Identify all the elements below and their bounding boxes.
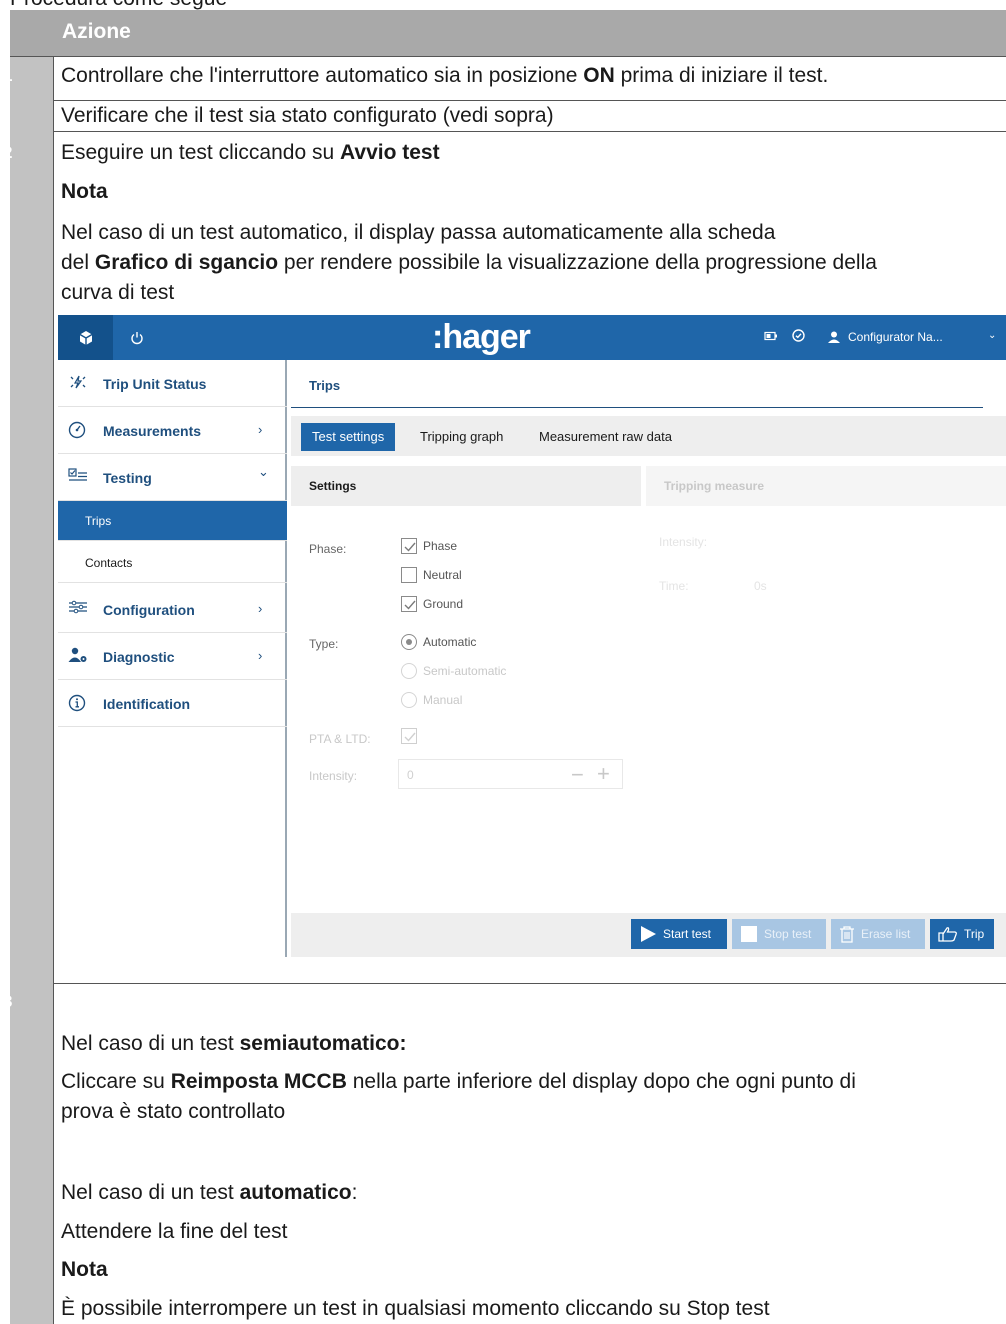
sidebar-item-diagnostic[interactable]: Diagnostic › [58,633,287,680]
step3-nota: Nota [61,1258,108,1281]
settings-header: Settings [291,466,641,506]
radio-selected-icon [401,634,417,650]
play-icon [641,926,656,942]
header-azione: Azione [62,20,131,43]
checkbox-checked-icon [401,728,417,744]
step2-nota: Nota [61,180,108,203]
plus-icon[interactable]: + [597,761,610,787]
intensity-value: 0 [407,768,414,782]
table-divider [53,57,54,1324]
measure-time-label: Time: [659,579,689,593]
gauge-icon [68,421,90,439]
semi-automatic-radio[interactable]: Semi-automatic [401,663,506,679]
stop-icon [741,926,757,942]
step-number-3: 3 [3,992,13,1011]
stop-test-button[interactable]: Stop test [732,919,826,949]
table-header: Azione [10,10,1006,57]
checkbox-checked-icon [401,538,417,554]
user-gear-icon [68,647,90,665]
chevron-right-icon: › [258,601,263,616]
sidebar-item-measurements[interactable]: Measurements › [58,407,287,454]
step2-note-line3: curva di test [61,281,175,304]
title-underline [291,407,983,408]
step1-line2: Verificare che il test sia stato configu… [61,104,554,127]
user-icon [828,331,840,343]
start-test-button[interactable]: Start test [631,919,727,949]
step-number-column [10,57,53,1324]
phase-checkbox[interactable]: Phase [401,538,457,554]
measure-intensity-label: Intensity: [659,535,708,549]
checkbox-checked-icon [401,596,417,612]
chevron-down-icon[interactable]: ⌄ [988,330,996,341]
trash-icon [840,926,854,943]
user-name: Configurator Na... [848,330,943,344]
intensity-stepper[interactable]: 0 − + [398,759,623,789]
step3-stop-note: È possibile interrompere un test in qual… [61,1297,770,1320]
row-separator [53,131,1006,132]
step3-click-line2: prova è stato controllato [61,1100,286,1123]
user-menu[interactable]: Configurator Na... [828,330,943,344]
step-number-2: 2 [3,143,13,162]
sidebar-item-identification[interactable]: Identification [58,680,287,727]
step3-wait: Attendere la fine del test [61,1220,288,1243]
pta-ltd-checkbox[interactable] [401,728,417,744]
measure-time-value: 0s [754,579,767,593]
sliders-icon [68,600,90,618]
automatic-radio[interactable]: Automatic [401,634,476,650]
step2-note-line1: Nel caso di un test automatico, il displ… [61,221,776,244]
step3-semi-heading: Nel caso di un test semiautomatico: [61,1032,407,1055]
check-circle-icon[interactable] [792,329,805,345]
sidebar-item-contacts[interactable]: Contacts [58,543,287,583]
step2-line1: Eseguire un test cliccando su Avvio test [61,141,440,164]
pta-ltd-label: PTA & LTD: [309,732,371,746]
type-label: Type: [309,637,339,651]
step3-click-line1: Cliccare su Reimposta MCCB nella parte i… [61,1070,856,1093]
info-icon [68,694,90,712]
tab-test-settings[interactable]: Test settings [301,423,396,451]
battery-icon[interactable] [764,330,778,344]
radio-empty-icon [401,692,417,708]
power-icon[interactable] [113,315,161,360]
chevron-down-icon: ⌄ [258,464,269,479]
tab-measurement-raw-data[interactable]: Measurement raw data [528,423,683,451]
ground-checkbox[interactable]: Ground [401,596,463,612]
sidebar-item-testing[interactable]: Testing ⌄ [58,454,287,501]
checkbox-empty-icon [401,567,417,583]
app-screenshot: :hager Configurator Na... ⌄ Trip Unit St… [58,315,1006,957]
tripping-measure-header: Tripping measure [646,466,1006,506]
action-bar: Start test Stop test Erase list Trip [291,913,1006,957]
radio-empty-icon [401,663,417,679]
main-panel: Trips Test settings Tripping graph Measu… [289,360,1006,957]
step2-note-line2: del Grafico di sgancio per rendere possi… [61,251,877,274]
chevron-right-icon: › [258,422,263,437]
cube-logo-icon[interactable] [58,315,113,360]
sidebar-item-trips[interactable]: Trips [58,501,287,541]
trip-button[interactable]: Trip [930,919,994,949]
tab-bar: Test settings Tripping graph Measurement… [291,416,1006,456]
chevron-right-icon: › [258,648,263,663]
sidebar-item-trip-unit-status[interactable]: Trip Unit Status [58,360,287,407]
checklist-icon [68,468,90,486]
step3-auto-heading: Nel caso di un test automatico: [61,1181,358,1204]
minus-icon[interactable]: − [571,762,584,788]
trip-status-icon [68,374,90,392]
hager-logo: :hager [432,318,531,356]
phase-label: Phase: [309,542,347,556]
hand-pointer-icon [938,927,957,942]
step1-line1: Controllare che l'interruttore automatic… [61,64,829,87]
app-topbar: :hager Configurator Na... ⌄ [58,315,1006,360]
previous-text-fragment: Procedura come segue [0,0,1006,10]
neutral-checkbox[interactable]: Neutral [401,567,462,583]
intensity-label: Intensity: [309,769,358,783]
erase-list-button[interactable]: Erase list [831,919,925,949]
sidebar-item-configuration[interactable]: Configuration › [58,586,287,633]
row-separator [53,983,1006,984]
tab-tripping-graph[interactable]: Tripping graph [409,423,514,451]
step-number-1: 1 [3,66,13,85]
sidebar: Trip Unit Status Measurements › Testing … [58,360,287,957]
page-title: Trips [309,378,341,393]
manual-radio[interactable]: Manual [401,692,462,708]
